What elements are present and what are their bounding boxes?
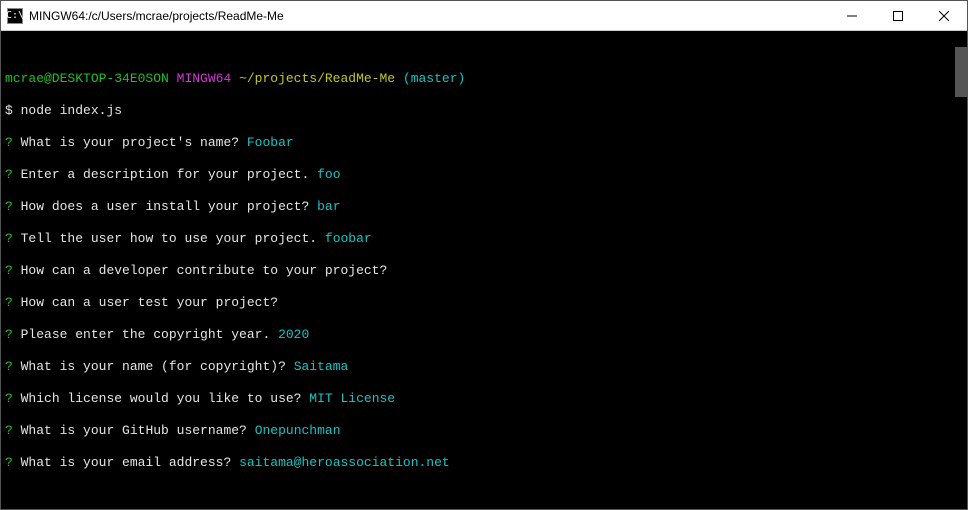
titlebar[interactable]: C:\ MINGW64:/c/Users/mcrae/projects/Read…: [1, 1, 967, 31]
question-line: ? Tell the user how to use your project.…: [5, 231, 963, 247]
prompt-line: mcrae@DESKTOP-34E0SON MINGW64 ~/projects…: [5, 71, 963, 87]
question-line: ? Which license would you like to use? M…: [5, 391, 963, 407]
command-line: $ node index.js: [5, 103, 963, 119]
question-line: ? What is your name (for copyright)? Sai…: [5, 359, 963, 375]
question-line: ? Enter a description for your project. …: [5, 167, 963, 183]
terminal-window: C:\ MINGW64:/c/Users/mcrae/projects/Read…: [0, 0, 968, 510]
minimize-button[interactable]: [829, 1, 875, 30]
window-controls: [829, 1, 967, 30]
app-icon: C:\: [7, 8, 23, 24]
scrollbar-thumb[interactable]: [955, 47, 967, 97]
question-line: ? How can a developer contribute to your…: [5, 263, 963, 279]
blank-line: [5, 487, 963, 503]
question-line: ? How can a user test your project?: [5, 295, 963, 311]
question-line: ? What is your project's name? Foobar: [5, 135, 963, 151]
window-title: MINGW64:/c/Users/mcrae/projects/ReadMe-M…: [29, 9, 829, 23]
terminal-body[interactable]: mcrae@DESKTOP-34E0SON MINGW64 ~/projects…: [1, 31, 967, 509]
question-line: ? What is your GitHub username? Onepunch…: [5, 423, 963, 439]
question-line: ? How does a user install your project? …: [5, 199, 963, 215]
maximize-button[interactable]: [875, 1, 921, 30]
close-button[interactable]: [921, 1, 967, 30]
question-line: ? What is your email address? saitama@he…: [5, 455, 963, 471]
question-line: ? Please enter the copyright year. 2020: [5, 327, 963, 343]
